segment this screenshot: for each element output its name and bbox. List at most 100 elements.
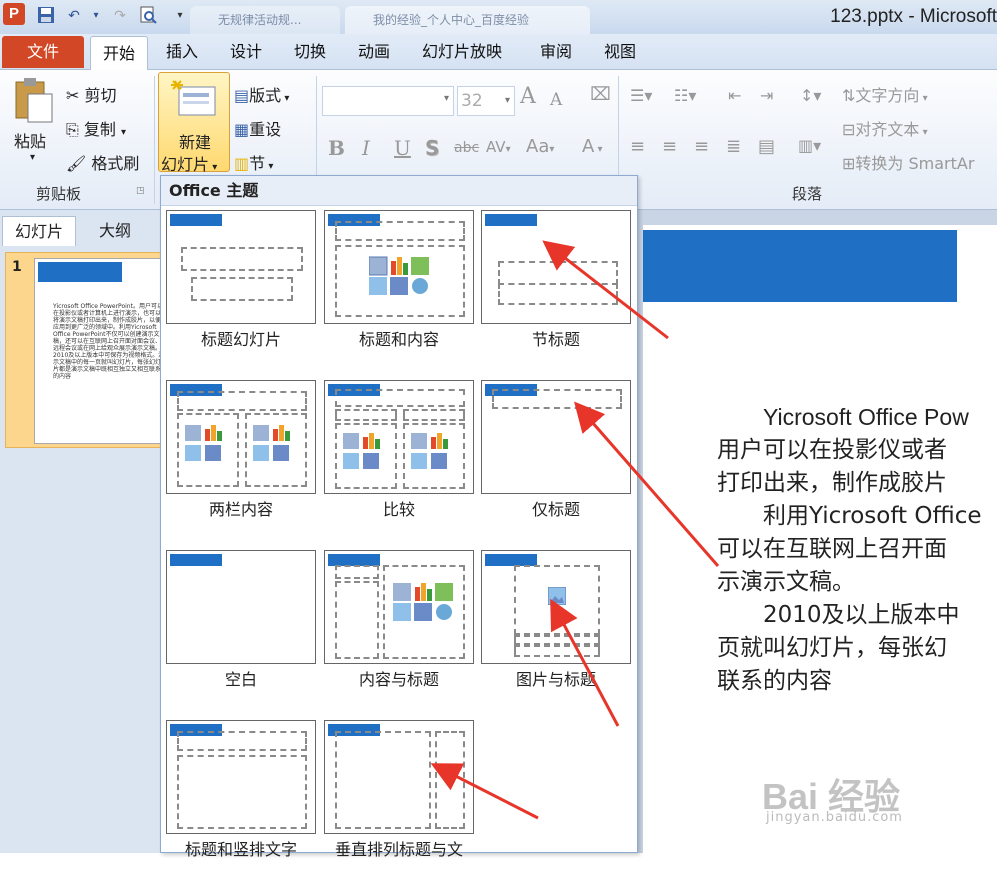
underline-button[interactable]: U bbox=[394, 136, 411, 160]
placeholder-box bbox=[403, 409, 465, 421]
scissors-icon: ✂ bbox=[66, 86, 80, 105]
section-button[interactable]: ▥节 ▾ bbox=[234, 150, 273, 174]
shrink-font-button[interactable]: A bbox=[550, 90, 562, 110]
slide-canvas[interactable]: Yicrosoft Office Pow 用户可以在投影仪或者 打印出来，制作成… bbox=[643, 225, 997, 853]
tab-transitions[interactable]: 切换 bbox=[294, 34, 326, 70]
text-direction-icon: ⇅ bbox=[842, 86, 856, 105]
tab-animations[interactable]: 动画 bbox=[358, 34, 390, 70]
layout-thumbnail bbox=[481, 210, 631, 324]
placeholder-box bbox=[177, 731, 307, 751]
copy-button[interactable]: ⎘ 复制 ▾ bbox=[66, 116, 126, 140]
layout-thumbnail bbox=[324, 720, 474, 834]
align-left-icon[interactable]: ≡ bbox=[630, 136, 645, 157]
chevron-down-icon: ▾ bbox=[594, 144, 603, 155]
redo-icon[interactable]: ↷ bbox=[110, 6, 130, 26]
paste-button[interactable]: 粘贴 bbox=[14, 128, 46, 152]
layout-two-content[interactable]: 两栏内容 bbox=[166, 380, 318, 540]
font-name-input[interactable]: ▾ bbox=[322, 86, 454, 116]
layout-thumbnail bbox=[166, 380, 316, 494]
chevron-down-icon: ▾ bbox=[209, 162, 218, 173]
change-case-button[interactable]: Aa▾ bbox=[526, 136, 554, 157]
customize-toolbar-icon[interactable]: ▾ bbox=[170, 6, 190, 26]
text-direction-button[interactable]: ⇅文字方向 ▾ bbox=[842, 82, 928, 106]
layout-label: 空白 bbox=[224, 670, 257, 689]
distributed-icon[interactable]: ▤ bbox=[758, 136, 775, 157]
content-placeholder-icon bbox=[343, 433, 380, 469]
window-title: 123.pptx - Microsoft bbox=[830, 6, 997, 27]
smartart-icon: ⊞ bbox=[842, 154, 856, 173]
align-center-icon[interactable]: ≡ bbox=[662, 136, 677, 157]
character-spacing-button[interactable]: AV▾ bbox=[486, 138, 511, 156]
align-text-button[interactable]: ⊟对齐文本 ▾ bbox=[842, 116, 928, 140]
slide-body-text[interactable]: Yicrosoft Office Pow 用户可以在投影仪或者 打印出来，制作成… bbox=[717, 401, 997, 698]
layout-content-caption[interactable]: 内容与标题 bbox=[324, 550, 476, 710]
content-placeholder-icon bbox=[185, 425, 222, 461]
tab-home[interactable]: 开始 bbox=[90, 36, 149, 71]
tab-design[interactable]: 设计 bbox=[230, 34, 262, 70]
italic-button[interactable]: I bbox=[362, 136, 370, 160]
bold-button[interactable]: B bbox=[328, 136, 345, 160]
layout-title-only[interactable]: 仅标题 bbox=[481, 380, 633, 540]
tab-insert[interactable]: 插入 bbox=[166, 34, 198, 70]
tab-review[interactable]: 审阅 bbox=[540, 34, 572, 70]
picture-placeholder-icon bbox=[548, 587, 566, 605]
convert-smartart-button[interactable]: ⊞转换为 SmartAr bbox=[842, 150, 974, 174]
increase-indent-icon[interactable]: ⇥ bbox=[760, 86, 773, 105]
slide-line: Yicrosoft Office Pow bbox=[763, 404, 969, 430]
columns-icon[interactable]: ▥▾ bbox=[798, 136, 821, 155]
justify-icon[interactable]: ≣ bbox=[726, 136, 741, 157]
layout-label: 两栏内容 bbox=[208, 500, 273, 519]
section-icon: ▥ bbox=[234, 154, 250, 173]
print-preview-icon[interactable] bbox=[138, 6, 158, 26]
layout-vertical-title-text[interactable]: 垂直排列标题与文 bbox=[324, 720, 476, 880]
strikethrough-button[interactable]: abc bbox=[454, 140, 479, 156]
save-icon[interactable] bbox=[36, 6, 56, 26]
tab-outline[interactable]: 大纲 bbox=[78, 216, 152, 246]
layout-label: 垂直排列标题与文 bbox=[334, 840, 463, 859]
case-label: Aa bbox=[526, 136, 550, 157]
placeholder-box bbox=[435, 731, 465, 829]
slide-thumbnail[interactable]: 1 Yicrosoft Office PowerPoint。用户可以在投影仪或者… bbox=[5, 252, 166, 448]
tab-slides[interactable]: 幻灯片 bbox=[2, 216, 76, 246]
chevron-down-icon[interactable]: ▾ bbox=[30, 152, 35, 163]
tab-view[interactable]: 视图 bbox=[604, 34, 636, 70]
copy-label: 复制 bbox=[83, 120, 116, 139]
layout-title-slide[interactable]: 标题幻灯片 bbox=[166, 210, 318, 370]
tab-slideshow[interactable]: 幻灯片放映 bbox=[422, 34, 502, 70]
layout-button[interactable]: ▤版式 ▾ bbox=[234, 82, 289, 106]
grow-font-button[interactable]: A bbox=[520, 84, 536, 109]
dialog-launcher-icon[interactable]: ◳ bbox=[136, 186, 145, 196]
align-right-icon[interactable]: ≡ bbox=[694, 136, 709, 157]
clear-format-icon[interactable]: ⌧ bbox=[590, 84, 611, 105]
shadow-button[interactable]: S bbox=[425, 136, 439, 160]
format-painter-button[interactable]: 🖌 格式刷 bbox=[66, 150, 139, 174]
decrease-indent-icon[interactable]: ⇤ bbox=[728, 86, 741, 105]
layout-title-content[interactable]: 标题和内容 bbox=[324, 210, 476, 370]
undo-icon[interactable]: ↶ bbox=[64, 6, 84, 26]
tab-file[interactable]: 文件 bbox=[2, 36, 84, 68]
reset-label: 重设 bbox=[249, 120, 282, 139]
browser-tab-2[interactable]: 我的经验_个人中心_百度经验 bbox=[345, 6, 590, 34]
layout-thumbnail bbox=[481, 380, 631, 494]
chevron-down-icon: ▾ bbox=[504, 95, 510, 106]
powerpoint-logo-icon[interactable]: P bbox=[3, 3, 25, 25]
font-color-button[interactable]: A ▾ bbox=[582, 136, 603, 157]
line-spacing-icon[interactable]: ↕▾ bbox=[800, 86, 821, 105]
layout-blank[interactable]: 空白 bbox=[166, 550, 318, 710]
slide-line: 用户可以在投影仪或者 bbox=[717, 437, 947, 463]
layout-picture-caption[interactable]: 图片与标题 bbox=[481, 550, 633, 710]
chevron-down-icon[interactable]: ▾ bbox=[86, 6, 106, 26]
new-slide-button[interactable]: 新建 幻灯片 ▾ bbox=[158, 72, 230, 174]
reset-button[interactable]: ▦重设 bbox=[234, 116, 281, 140]
placeholder-box bbox=[335, 221, 465, 241]
font-size-input[interactable]: 32 ▾ bbox=[457, 86, 515, 116]
layout-section-header[interactable]: 节标题 bbox=[481, 210, 633, 370]
bullets-icon[interactable]: ☰▾ bbox=[630, 86, 652, 105]
layout-comparison[interactable]: 比较 bbox=[324, 380, 476, 540]
numbering-icon[interactable]: ☷▾ bbox=[674, 86, 696, 105]
content-placeholder-icon bbox=[411, 433, 448, 469]
cut-button[interactable]: ✂ 剪切 bbox=[66, 82, 117, 106]
browser-tab-1[interactable]: 无规律活动规... bbox=[190, 6, 340, 34]
layout-title-vertical-text[interactable]: 标题和竖排文字 bbox=[166, 720, 318, 880]
paste-icon[interactable] bbox=[12, 76, 56, 128]
